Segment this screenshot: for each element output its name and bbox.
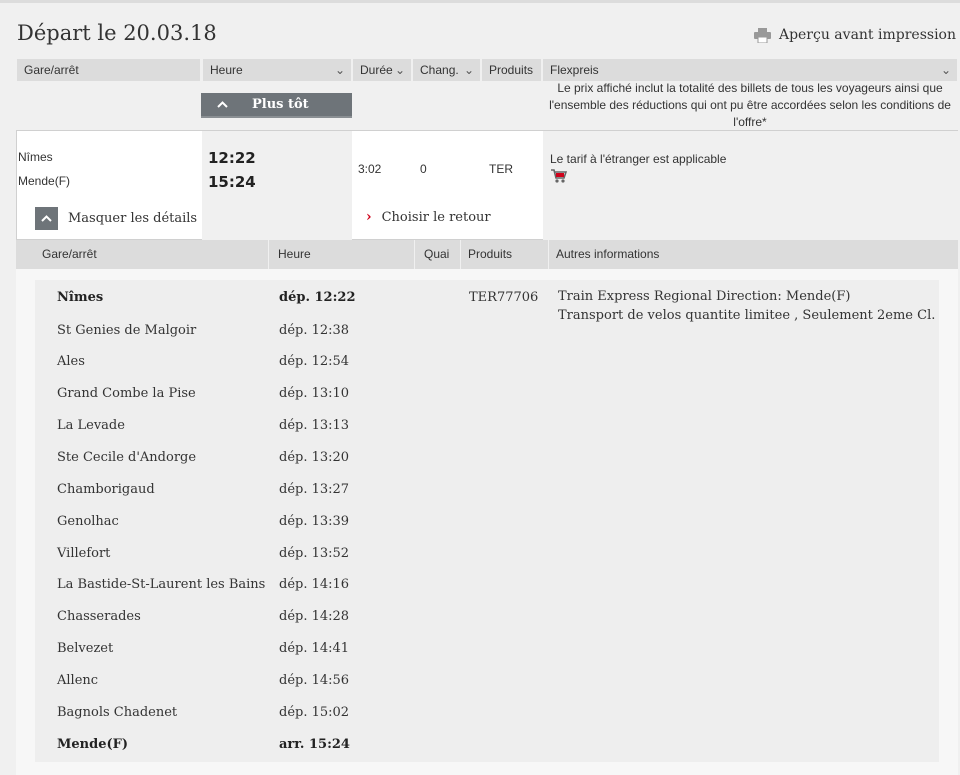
- other-info-line: Train Express Regional Direction: Mende(…: [558, 289, 851, 304]
- details-header-station: Gare/arrêt: [42, 247, 97, 261]
- column-header-label: Produits: [489, 63, 534, 77]
- stop-name: Mende(F): [57, 737, 129, 752]
- chevron-right-icon: ›: [366, 209, 372, 225]
- stop-name: St Genies de Malgoir: [57, 323, 197, 338]
- header-divider: [548, 240, 549, 269]
- result-to-station: Mende(F): [18, 174, 71, 188]
- details-table-header: Gare/arrêt Heure Quai Produits Autres in…: [16, 240, 958, 269]
- choose-return-label: Choisir le retour: [381, 209, 491, 225]
- stop-name: La Levade: [57, 418, 125, 433]
- page-title: Départ le 20.03.18: [17, 21, 217, 45]
- result-changes: 0: [420, 162, 427, 176]
- column-header-label: Flexpreis: [550, 63, 599, 77]
- stop-name: Genolhac: [57, 514, 119, 529]
- result-arrival-time: 15:24: [208, 173, 256, 191]
- print-preview-label: Aperçu avant impression: [778, 27, 956, 43]
- stop-name: Belvezet: [57, 641, 114, 656]
- column-header-duration[interactable]: Durée ⌄: [353, 59, 411, 81]
- column-header-label: Heure: [210, 63, 243, 77]
- details-header-products: Produits: [468, 247, 513, 261]
- header-divider: [268, 240, 269, 269]
- shopping-cart-icon[interactable]: [550, 168, 568, 188]
- column-header-products: Produits: [482, 59, 541, 81]
- result-info-text: Le tarif à l'étranger est applicable: [550, 152, 727, 166]
- chevron-down-icon: ⌄: [394, 63, 405, 77]
- chevron-down-icon: ⌄: [463, 63, 474, 77]
- stop-time: arr. 15:24: [279, 737, 350, 752]
- stop-time: dép. 15:02: [279, 705, 350, 720]
- chevron-down-icon: ⌄: [940, 63, 951, 77]
- stop-name: Allenc: [57, 673, 99, 688]
- column-header-station: Gare/arrêt: [17, 59, 200, 81]
- stop-name: Villefort: [57, 546, 111, 561]
- header-divider: [414, 240, 415, 269]
- chevron-down-icon: ⌄: [334, 63, 345, 77]
- stop-name: Nîmes: [57, 290, 104, 305]
- stop-time: dép. 14:56: [279, 673, 350, 688]
- train-product: TER77706: [469, 290, 539, 305]
- column-header-label: Durée: [360, 63, 393, 77]
- result-from-station: Nîmes: [18, 150, 53, 164]
- result-departure-time: 12:22: [208, 149, 256, 167]
- other-info-line: Transport de velos quantite limitee , Se…: [558, 308, 936, 323]
- details-header-other: Autres informations: [556, 247, 660, 261]
- stop-name: Chamborigaud: [57, 482, 155, 497]
- column-header-time[interactable]: Heure ⌄: [203, 59, 351, 81]
- hide-details-label: Masquer les détails: [68, 211, 198, 226]
- choose-return-link[interactable]: › Choisir le retour: [366, 209, 491, 225]
- details-header-time: Heure: [278, 247, 311, 261]
- earlier-button-label: Plus tôt: [252, 97, 309, 112]
- stop-name: Ste Cecile d'Andorge: [57, 450, 197, 465]
- stop-time: dép. 12:22: [279, 290, 356, 305]
- column-header-label: Chang.: [420, 63, 459, 77]
- stop-name: Grand Combe la Pise: [57, 386, 196, 401]
- chevron-up-icon: [217, 97, 228, 112]
- stop-time: dép. 14:41: [279, 641, 350, 656]
- stops-list: [35, 280, 939, 762]
- stop-time: dép. 13:52: [279, 546, 350, 561]
- stop-name: Bagnols Chadenet: [57, 705, 178, 720]
- flexpreis-note: Le prix affiché inclut la totalité des b…: [549, 81, 951, 129]
- stop-time: dép. 14:16: [279, 577, 350, 592]
- hide-details-button[interactable]: Masquer les détails: [35, 207, 197, 230]
- stop-time: dép. 13:13: [279, 418, 350, 433]
- stop-time: dép. 12:54: [279, 354, 350, 369]
- stop-time: dép. 13:10: [279, 386, 350, 401]
- chevron-up-icon: [35, 207, 58, 230]
- stop-name: La Bastide-St-Laurent les Bains: [57, 577, 266, 592]
- stop-time: dép. 13:39: [279, 514, 350, 529]
- printer-icon: [753, 27, 771, 43]
- stop-time: dép. 13:20: [279, 450, 350, 465]
- stop-name: Chasserades: [57, 609, 141, 624]
- earlier-button[interactable]: Plus tôt: [201, 93, 352, 118]
- stop-time: dép. 14:28: [279, 609, 350, 624]
- stop-time: dép. 12:38: [279, 323, 350, 338]
- result-duration: 3:02: [358, 162, 382, 176]
- column-header-label: Gare/arrêt: [24, 63, 79, 77]
- column-header-changes[interactable]: Chang. ⌄: [413, 59, 480, 81]
- stop-name: Ales: [57, 354, 85, 369]
- column-header-flexpreis[interactable]: Flexpreis ⌄: [543, 59, 957, 81]
- header-divider: [460, 240, 461, 269]
- details-header-platform: Quai: [424, 247, 450, 261]
- info-column-bg: [543, 131, 958, 240]
- print-preview-link[interactable]: Aperçu avant impression: [753, 27, 956, 43]
- top-border: [0, 0, 960, 3]
- result-product: TER: [489, 162, 513, 176]
- stop-time: dép. 13:27: [279, 482, 350, 497]
